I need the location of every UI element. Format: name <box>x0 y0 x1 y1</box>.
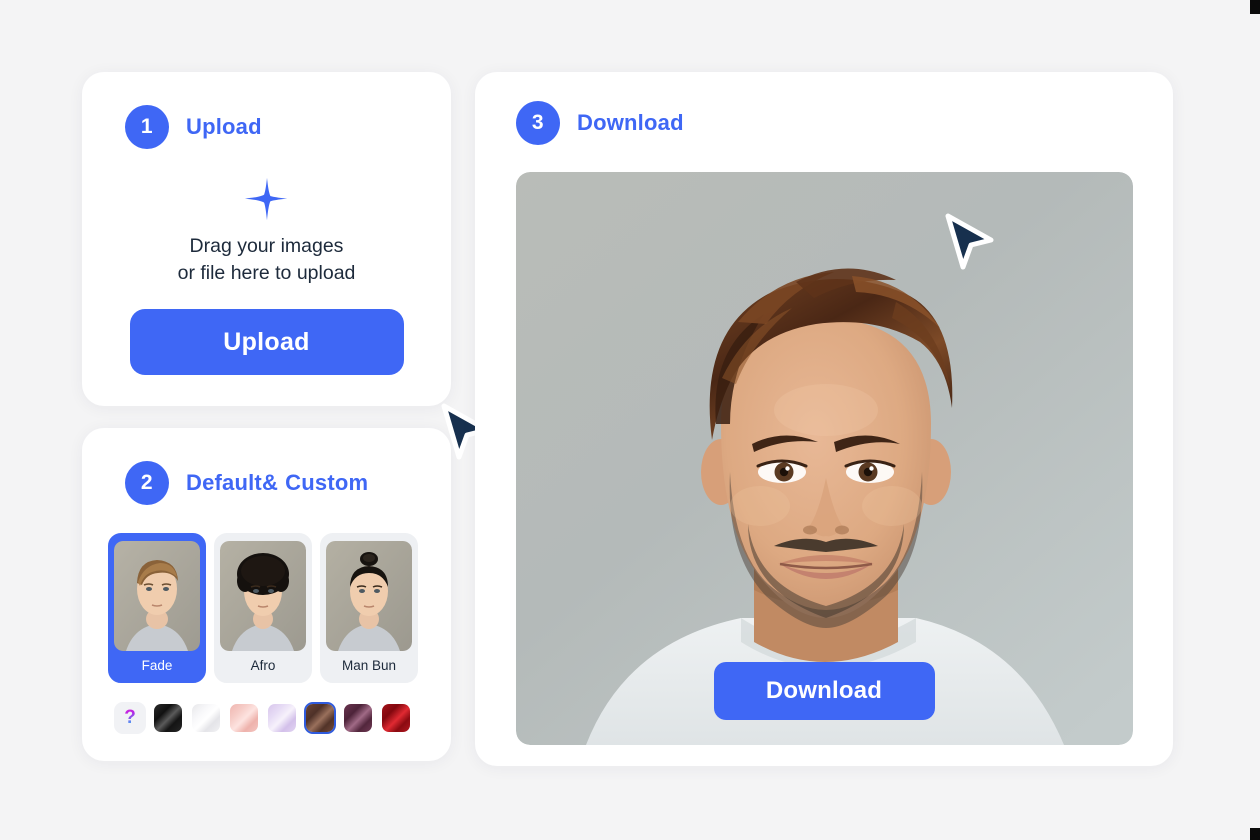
swatch-rose-pink-fill <box>230 704 258 732</box>
style-option-afro[interactable]: Afro <box>214 533 312 683</box>
swatch-custom-help[interactable]: ? <box>114 702 146 734</box>
download-card: 3 Download Download <box>475 72 1173 766</box>
swatch-rose-pink[interactable] <box>228 702 260 734</box>
scrollbar-corner-artifact-top <box>1250 0 1260 14</box>
download-button[interactable]: Download <box>713 662 935 720</box>
dropzone-instructions: Drag your images or file here to upload <box>178 233 356 287</box>
download-card-title: Download <box>577 110 684 135</box>
swatch-white-platinum[interactable] <box>190 702 222 734</box>
styles-card-header: 2 Default& Custom <box>82 461 451 505</box>
style-thumbnail-fade <box>114 541 200 651</box>
sparkle-plus-icon <box>244 177 287 221</box>
scrollbar-corner-artifact-bottom <box>1250 828 1260 840</box>
upload-button[interactable]: Upload <box>129 309 404 375</box>
style-thumbnail-afro <box>220 541 306 651</box>
portrait-preview-image <box>515 172 1133 745</box>
style-label-fade: Fade <box>141 658 173 673</box>
swatch-brown-fill <box>306 704 334 732</box>
swatch-red[interactable] <box>380 702 412 734</box>
styles-title-custom: Custom <box>285 470 369 495</box>
dropzone-line-1: Drag your images <box>189 235 344 257</box>
styles-title-default: Default <box>186 470 262 495</box>
step-badge-2: 2 <box>125 461 169 505</box>
swatch-lavender-fill <box>268 704 296 732</box>
swatch-brown[interactable] <box>304 702 336 734</box>
styles-card-title: Default& Custom <box>186 470 368 496</box>
hair-color-swatch-bar: ? <box>108 697 425 739</box>
upload-card-header: 1 Upload <box>82 105 451 149</box>
style-label-afro: Afro <box>250 658 276 673</box>
swatch-black[interactable] <box>152 702 184 734</box>
step-badge-3: 3 <box>516 101 560 145</box>
style-options-row: Fade Afro Man Bun <box>82 533 451 683</box>
style-thumbnail-man-bun <box>326 541 412 651</box>
styles-title-ampersand: & <box>261 470 279 495</box>
upload-dropzone[interactable]: Drag your images or file here to upload … <box>82 177 451 375</box>
preview-image-container: Download <box>515 172 1133 745</box>
step-badge-1: 1 <box>125 105 169 149</box>
swatch-white-platinum-fill <box>192 704 220 732</box>
upload-card-title: Upload <box>186 114 262 139</box>
download-card-header: 3 Download <box>475 101 1173 145</box>
style-option-man-bun[interactable]: Man Bun <box>320 533 418 683</box>
dropzone-line-2: or file here to upload <box>177 262 356 284</box>
swatch-lavender[interactable] <box>266 702 298 734</box>
styles-card: 2 Default& Custom Fade Afro Man Bun ? <box>82 428 451 761</box>
question-mark-icon: ? <box>124 707 136 728</box>
app-root: 1 Upload Drag your images or file here t… <box>0 0 1260 840</box>
swatch-black-fill <box>154 704 182 732</box>
left-column: 1 Upload Drag your images or file here t… <box>82 72 490 761</box>
swatch-plum[interactable] <box>342 702 374 734</box>
swatch-red-fill <box>382 704 410 732</box>
swatch-plum-fill <box>344 704 372 732</box>
upload-card: 1 Upload Drag your images or file here t… <box>82 72 490 460</box>
style-option-fade[interactable]: Fade <box>108 533 206 683</box>
style-label-man-bun: Man Bun <box>341 658 397 673</box>
